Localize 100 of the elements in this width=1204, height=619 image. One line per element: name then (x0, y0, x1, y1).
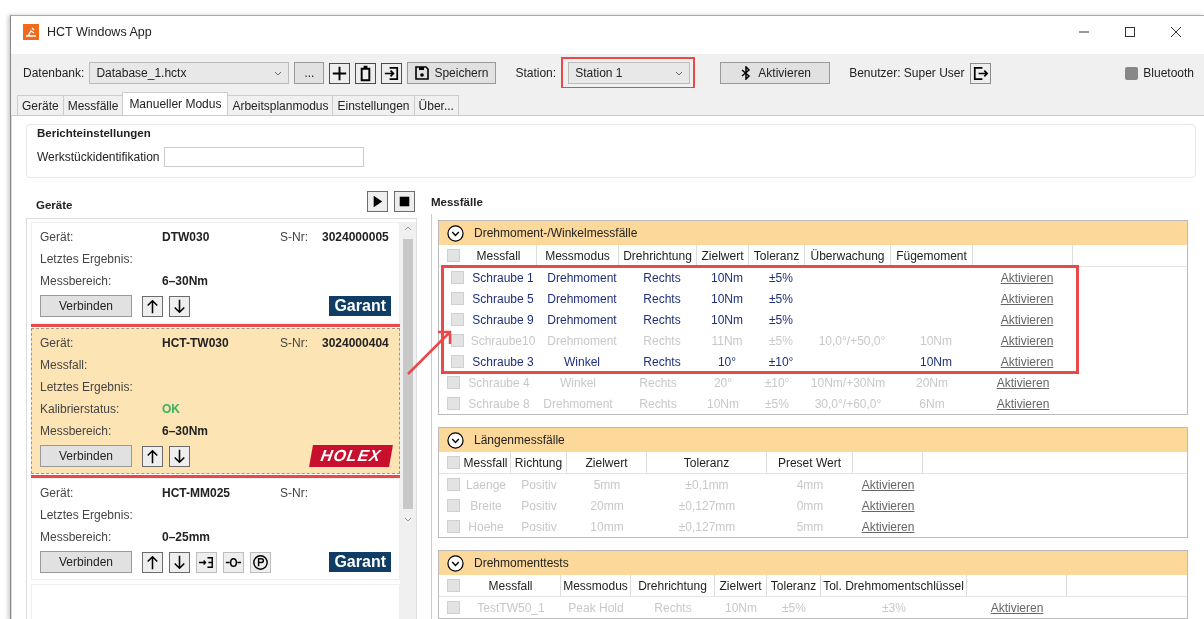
field-label: Gerät: (40, 486, 75, 500)
select-all-checkbox[interactable] (447, 456, 460, 469)
column-header[interactable]: Toleranz (767, 575, 821, 596)
activate-link[interactable]: Aktivieren (1000, 270, 1054, 285)
caret-icon (274, 70, 283, 76)
column-header[interactable]: Überwachung (805, 245, 891, 266)
column-header[interactable]: Fügemoment (891, 245, 973, 266)
brand-logo: HOLEX (308, 445, 393, 467)
serial-number: 3024000005 (322, 230, 389, 244)
zero-icon[interactable] (223, 551, 244, 573)
column-header[interactable]: Preset Wert (767, 452, 853, 473)
serial-label: S-Nr: (280, 336, 309, 350)
activate-link[interactable]: Aktivieren (1000, 291, 1054, 306)
column-header[interactable]: Messmodus (537, 245, 619, 266)
scroll-down-icon[interactable] (404, 517, 412, 522)
browse-button[interactable]: ... (294, 62, 325, 84)
device-card[interactable]: Gerät: HCT-MM025 S-Nr: Letztes Ergebnis: Messbereich: 0–25mm Verbinden Garant (31, 478, 400, 580)
tab[interactable]: Arbeitsplanmodus (227, 95, 334, 115)
arrow-down-icon[interactable] (169, 551, 190, 573)
trash-icon[interactable] (355, 62, 377, 84)
connect-button[interactable]: Verbinden (40, 445, 132, 467)
play-icon[interactable] (367, 190, 388, 212)
tab[interactable]: Über... (413, 95, 459, 115)
serial-label: S-Nr: (280, 230, 309, 244)
database-dropdown[interactable]: Database_1.hctx (89, 62, 290, 84)
add-icon[interactable] (329, 62, 351, 84)
column-header[interactable]: Toleranz (749, 245, 805, 266)
column-header[interactable]: Drehrichtung (619, 245, 697, 266)
tab[interactable]: Manueller Modus (122, 92, 229, 115)
table-cell: Rechts (643, 291, 681, 306)
bluetooth-checkbox[interactable] (1125, 66, 1139, 80)
section-title: Drehmomenttests (474, 556, 569, 570)
connect-button[interactable]: Verbinden (40, 551, 132, 573)
column-header[interactable]: Zielwert (697, 245, 749, 266)
row-checkbox[interactable] (451, 313, 464, 326)
brand-logo: Garant (329, 296, 391, 316)
row-checkbox[interactable] (451, 355, 464, 368)
table-cell: 10Nm (711, 270, 743, 285)
field-label: Messbereich: (40, 424, 113, 438)
row-checkbox[interactable] (451, 292, 464, 305)
station-dropdown[interactable]: Station 1 (568, 62, 691, 84)
select-all-checkbox[interactable] (447, 249, 460, 262)
table-cell: 10Nm (711, 291, 743, 306)
save-button[interactable]: Speichern (407, 62, 497, 84)
scroll-up-icon[interactable] (404, 226, 412, 231)
floppy-icon (415, 66, 430, 80)
collapse-icon[interactable] (447, 224, 464, 242)
column-header[interactable]: Tol. Drehmomentschlüssel (821, 575, 967, 596)
logout-icon[interactable] (969, 62, 991, 84)
table-cell: Winkel (564, 354, 600, 369)
activate-button[interactable]: Aktivieren (720, 62, 831, 84)
activate-link[interactable]: Aktivieren (1000, 312, 1054, 327)
select-all-checkbox[interactable] (447, 579, 460, 592)
column-header[interactable]: Messfall (461, 575, 561, 596)
connect-button[interactable]: Verbinden (40, 295, 132, 317)
table-cell: Schraube 1 (472, 270, 534, 285)
field-label: Letztes Ergebnis: (40, 508, 134, 522)
table-cell: Schraube 9 (472, 312, 534, 327)
column-header[interactable]: Zielwert (715, 575, 767, 596)
close-icon[interactable] (1170, 26, 1182, 38)
table-cell: Schraube 5 (472, 291, 534, 306)
table-cell: Rechts (643, 354, 681, 369)
arrow-up-icon[interactable] (142, 445, 163, 467)
window-title: HCT Windows App (47, 25, 152, 39)
stop-icon[interactable] (394, 190, 415, 212)
collapse-icon[interactable] (447, 431, 464, 449)
table-cell: ±5% (769, 270, 793, 285)
column-header[interactable]: Drehrichtung (631, 575, 715, 596)
column-header[interactable]: Richtung (511, 452, 567, 473)
arrow-up-icon[interactable] (142, 551, 163, 573)
arrow-up-icon[interactable] (142, 295, 163, 317)
scrollbar[interactable] (400, 222, 416, 619)
arrow-down-icon[interactable] (169, 445, 190, 467)
row-checkbox[interactable] (451, 271, 464, 284)
collapse-icon[interactable] (447, 554, 464, 572)
database-label: Datenbank: (23, 66, 85, 80)
tab[interactable]: Geräte (17, 95, 64, 115)
field-label: Kalibrierstatus: (40, 402, 121, 416)
device-name: HCT-MM025 (162, 486, 231, 500)
column-header[interactable]: Messmodus (561, 575, 631, 596)
send-icon[interactable] (196, 551, 217, 573)
field-label: Werkstückidentifikation (37, 150, 160, 164)
tab[interactable]: Einstellungen (332, 95, 415, 115)
maximize-icon[interactable] (1124, 26, 1136, 38)
device-card[interactable]: Gerät: DTW030 S-Nr: 3024000005 Letztes Ergebnis: Messbereich: 6–30Nm Verbinden Garant (31, 222, 400, 324)
table-cell: ±10° (768, 354, 794, 369)
table-cell: Drehmoment (547, 291, 617, 306)
section-title: Längenmessfälle (474, 433, 565, 447)
preset-icon[interactable] (250, 551, 271, 573)
column-header[interactable]: Messfall (461, 452, 511, 473)
import-icon[interactable] (381, 62, 403, 84)
workpiece-id-field[interactable] (163, 147, 364, 167)
column-header[interactable]: Messfall (461, 245, 537, 266)
field-label: Gerät: (40, 230, 75, 244)
group-title: Berichteinstellungen (37, 127, 152, 139)
column-header[interactable]: Zielwert (567, 452, 647, 473)
column-header[interactable]: Toleranz (647, 452, 767, 473)
arrow-down-icon[interactable] (169, 295, 190, 317)
activate-link[interactable]: Aktivieren (1000, 354, 1054, 369)
section-heading: Geräte (36, 199, 74, 211)
